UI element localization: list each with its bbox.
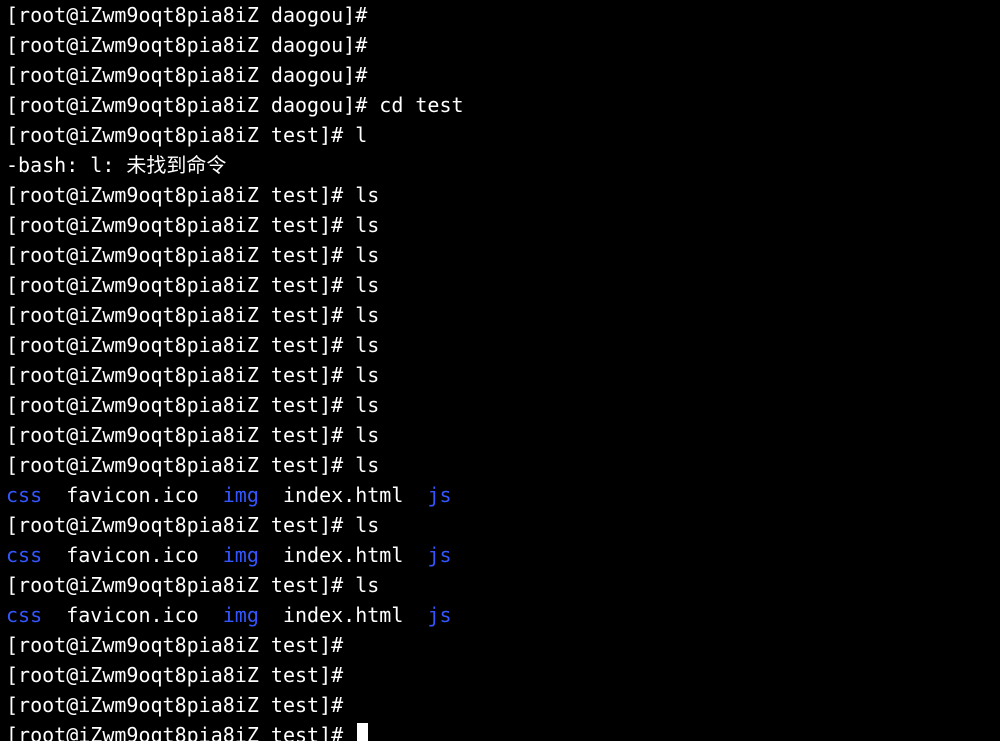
terminal-text: [root@iZwm9oqt8pia8iZ test]# ls xyxy=(6,243,379,267)
terminal-text: index.html xyxy=(259,483,428,507)
terminal-text: index.html xyxy=(259,603,428,627)
terminal-line: [root@iZwm9oqt8pia8iZ test]# ls xyxy=(6,450,994,480)
terminal-text: [root@iZwm9oqt8pia8iZ test]# ls xyxy=(6,453,379,477)
terminal-line: [root@iZwm9oqt8pia8iZ test]# ls xyxy=(6,510,994,540)
terminal-text: index.html xyxy=(259,543,428,567)
terminal-text: js xyxy=(427,483,451,507)
terminal-line: [root@iZwm9oqt8pia8iZ test]# ls xyxy=(6,330,994,360)
terminal-text: img xyxy=(223,603,259,627)
terminal-text: favicon.ico xyxy=(42,483,223,507)
terminal-text: [root@iZwm9oqt8pia8iZ test]# ls xyxy=(6,513,379,537)
terminal-text: [root@iZwm9oqt8pia8iZ test]# ls xyxy=(6,333,379,357)
terminal-text: [root@iZwm9oqt8pia8iZ daogou]# xyxy=(6,33,379,57)
terminal-line: [root@iZwm9oqt8pia8iZ test]# ls xyxy=(6,210,994,240)
terminal-line: [root@iZwm9oqt8pia8iZ daogou]# xyxy=(6,60,994,90)
cursor-icon xyxy=(357,723,368,741)
terminal-text: [root@iZwm9oqt8pia8iZ test]# xyxy=(6,633,355,657)
terminal-text: [root@iZwm9oqt8pia8iZ test]# ls xyxy=(6,183,379,207)
terminal-line: [root@iZwm9oqt8pia8iZ daogou]# cd test xyxy=(6,90,994,120)
terminal-text: img xyxy=(223,543,259,567)
terminal-line: [root@iZwm9oqt8pia8iZ test]# ls xyxy=(6,270,994,300)
terminal-line: [root@iZwm9oqt8pia8iZ test]# xyxy=(6,660,994,690)
terminal-text: js xyxy=(427,603,451,627)
terminal-text: [root@iZwm9oqt8pia8iZ daogou]# cd test xyxy=(6,93,464,117)
terminal-line: [root@iZwm9oqt8pia8iZ test]# ls xyxy=(6,360,994,390)
terminal-line: [root@iZwm9oqt8pia8iZ test]# xyxy=(6,690,994,720)
terminal-text: [root@iZwm9oqt8pia8iZ test]# ls xyxy=(6,213,379,237)
terminal-line: css favicon.ico img index.html js xyxy=(6,540,994,570)
terminal-text: favicon.ico xyxy=(42,543,223,567)
terminal-line: [root@iZwm9oqt8pia8iZ test]# ls xyxy=(6,420,994,450)
terminal-line: css favicon.ico img index.html js xyxy=(6,480,994,510)
terminal-text: css xyxy=(6,543,42,567)
terminal-text: [root@iZwm9oqt8pia8iZ test]# xyxy=(6,723,355,741)
terminal-line: [root@iZwm9oqt8pia8iZ test]# ls xyxy=(6,570,994,600)
terminal-line: [root@iZwm9oqt8pia8iZ test]# ls xyxy=(6,240,994,270)
terminal-line: [root@iZwm9oqt8pia8iZ daogou]# xyxy=(6,0,994,30)
terminal-text: [root@iZwm9oqt8pia8iZ test]# ls xyxy=(6,423,379,447)
terminal-line: [root@iZwm9oqt8pia8iZ test]# xyxy=(6,630,994,660)
terminal-line: -bash: l: 未找到命令 xyxy=(6,150,994,180)
terminal-line: [root@iZwm9oqt8pia8iZ test]# ls xyxy=(6,180,994,210)
terminal-line: [root@iZwm9oqt8pia8iZ test]# xyxy=(6,720,994,741)
terminal-line: [root@iZwm9oqt8pia8iZ test]# l xyxy=(6,120,994,150)
terminal-line: css favicon.ico img index.html js xyxy=(6,600,994,630)
terminal-text: [root@iZwm9oqt8pia8iZ test]# l xyxy=(6,123,367,147)
terminal-text: [root@iZwm9oqt8pia8iZ daogou]# xyxy=(6,3,379,27)
terminal-line: [root@iZwm9oqt8pia8iZ test]# ls xyxy=(6,390,994,420)
terminal-text: [root@iZwm9oqt8pia8iZ test]# ls xyxy=(6,363,379,387)
terminal-text: favicon.ico xyxy=(42,603,223,627)
terminal-text: css xyxy=(6,603,42,627)
terminal-text: [root@iZwm9oqt8pia8iZ test]# ls xyxy=(6,303,379,327)
terminal-text: [root@iZwm9oqt8pia8iZ test]# ls xyxy=(6,273,379,297)
terminal-text: [root@iZwm9oqt8pia8iZ test]# xyxy=(6,663,355,687)
terminal-line: [root@iZwm9oqt8pia8iZ test]# ls xyxy=(6,300,994,330)
terminal-text: -bash: l: 未找到命令 xyxy=(6,153,226,177)
terminal-text: img xyxy=(223,483,259,507)
terminal-text: js xyxy=(427,543,451,567)
terminal-line: [root@iZwm9oqt8pia8iZ daogou]# xyxy=(6,30,994,60)
terminal-text: [root@iZwm9oqt8pia8iZ test]# xyxy=(6,693,355,717)
terminal-text: [root@iZwm9oqt8pia8iZ daogou]# xyxy=(6,63,379,87)
terminal-text: [root@iZwm9oqt8pia8iZ test]# ls xyxy=(6,393,379,417)
terminal-text: [root@iZwm9oqt8pia8iZ test]# ls xyxy=(6,573,379,597)
terminal-window[interactable]: [root@iZwm9oqt8pia8iZ daogou]# [root@iZw… xyxy=(0,0,1000,741)
terminal-text: css xyxy=(6,483,42,507)
